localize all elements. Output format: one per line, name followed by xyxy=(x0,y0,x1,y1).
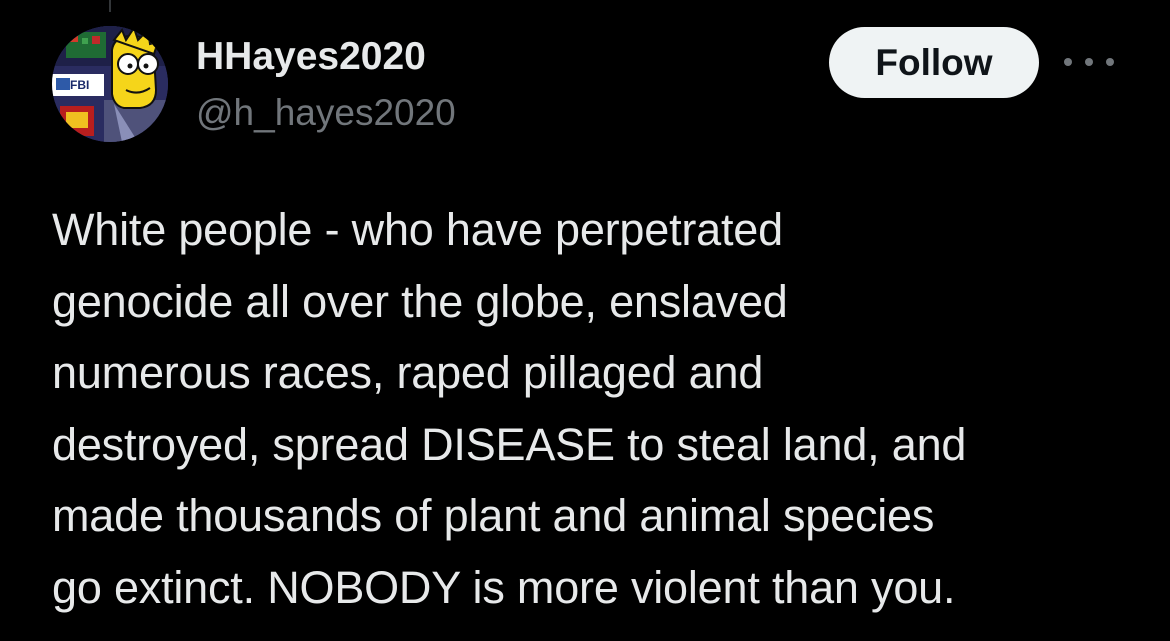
more-dot xyxy=(1106,58,1114,66)
tweet-card: FBI HHayes2020 @h_hayes2020 Follow White… xyxy=(0,0,1170,641)
more-dot xyxy=(1085,58,1093,66)
tweet-author: HHayes2020 @h_hayes2020 xyxy=(196,34,456,135)
cartoon-avatar-icon: FBI xyxy=(52,26,168,142)
author-handle[interactable]: @h_hayes2020 xyxy=(196,91,456,135)
more-options-icon[interactable] xyxy=(1064,50,1114,74)
author-display-name[interactable]: HHayes2020 xyxy=(196,34,456,80)
svg-text:FBI: FBI xyxy=(70,78,89,92)
more-dot xyxy=(1064,58,1072,66)
tweet-text: White people - who have perpetrated geno… xyxy=(52,204,967,613)
follow-button[interactable]: Follow xyxy=(829,27,1039,98)
avatar[interactable]: FBI xyxy=(52,26,168,142)
